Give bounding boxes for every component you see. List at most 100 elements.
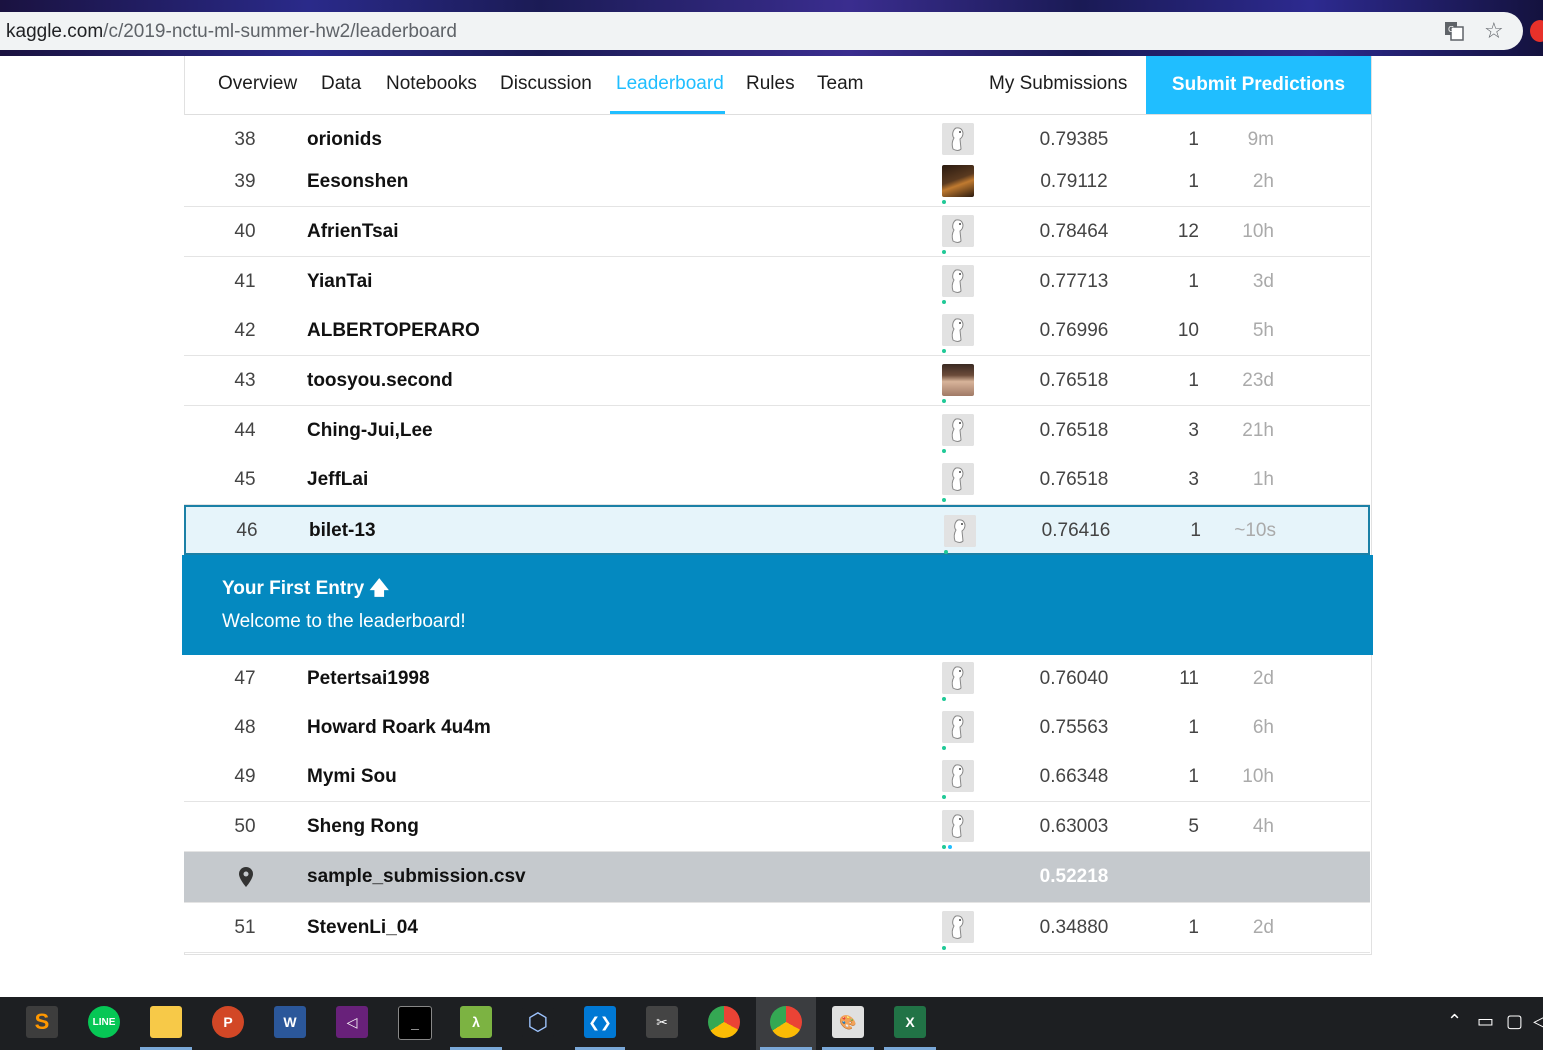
team-name[interactable]: ALBERTOPERARO (307, 320, 480, 342)
tray-chevron-icon[interactable]: ⌃ (1447, 1011, 1462, 1032)
excel-icon[interactable]: X (894, 1006, 926, 1038)
vscode-icon[interactable]: ❮❯ (584, 1006, 616, 1038)
address-bar[interactable]: kaggle.com/c/2019-nctu-ml-summer-hw2/lea… (0, 12, 1523, 50)
team-name[interactable]: Howard Roark 4u4m (307, 717, 491, 739)
member-indicator (942, 300, 946, 304)
benchmark-name[interactable]: sample_submission.csv (307, 866, 526, 888)
last-submission: 6h (1252, 717, 1274, 738)
url-text[interactable]: kaggle.com/c/2019-nctu-ml-summer-hw2/lea… (6, 21, 457, 43)
avatar[interactable] (942, 314, 974, 346)
score: 0.79112 (1040, 171, 1108, 192)
virtualbox-icon[interactable]: ⬡ (522, 1006, 554, 1038)
word-icon[interactable]: W (274, 1006, 306, 1038)
avatar[interactable] (942, 463, 974, 495)
active-tab-indicator (610, 111, 725, 114)
last-submission: 10h (1242, 221, 1274, 242)
team-name[interactable]: Ching-Jui,Lee (307, 420, 433, 442)
member-indicator (942, 946, 946, 950)
avatar[interactable] (942, 265, 974, 297)
avatar[interactable] (942, 123, 974, 155)
rank: 48 (234, 717, 256, 738)
avatar[interactable] (942, 662, 974, 694)
member-indicator (942, 697, 946, 701)
avatar[interactable] (942, 414, 974, 446)
tab-notebooks[interactable]: Notebooks (386, 73, 477, 95)
team-name[interactable]: Sheng Rong (307, 816, 419, 838)
leaderboard-row[interactable]: 49 Mymi Sou 0.66348 1 10h (184, 752, 1370, 802)
entries-count: 1 (1188, 129, 1199, 150)
avatar[interactable] (942, 911, 974, 943)
leaderboard-row[interactable]: 44 Ching-Jui,Lee 0.76518 3 21h (184, 406, 1370, 456)
translate-icon[interactable]: G (1444, 21, 1464, 41)
line-icon[interactable]: LINE (88, 1006, 120, 1038)
benchmark-row[interactable]: sample_submission.csv 0.52218 (184, 852, 1370, 903)
member-indicator (942, 795, 946, 799)
score: 0.66348 (1039, 766, 1109, 787)
team-name[interactable]: AfrienTsai (307, 221, 399, 243)
member-indicator (942, 200, 946, 204)
rank: 47 (234, 668, 256, 689)
tab-leaderboard[interactable]: Leaderboard (616, 73, 724, 95)
profile-icon[interactable] (1530, 20, 1543, 42)
tab-discussion[interactable]: Discussion (500, 73, 592, 95)
tab-rules[interactable]: Rules (746, 73, 795, 95)
team-name[interactable]: bilet-13 (309, 520, 376, 542)
green-app-icon[interactable]: λ (460, 1006, 492, 1038)
bookmark-star-icon[interactable]: ☆ (1484, 18, 1504, 44)
paint-icon[interactable]: 🎨 (832, 1006, 864, 1038)
avatar[interactable] (942, 215, 974, 247)
sublime-text-icon[interactable]: S (26, 1006, 58, 1038)
leaderboard-row[interactable]: 50 Sheng Rong 0.63003 5 4h (184, 802, 1370, 852)
team-name[interactable]: Petertsai1998 (307, 668, 430, 690)
leaderboard-row[interactable]: 41 YianTai 0.77713 1 3d (184, 257, 1370, 307)
map-pin-icon (239, 867, 253, 887)
visual-studio-icon[interactable]: ◁ (336, 1006, 368, 1038)
avatar[interactable] (942, 165, 974, 197)
my-submissions-button[interactable]: My Submissions (989, 73, 1127, 95)
team-name[interactable]: Mymi Sou (307, 766, 397, 788)
my-leaderboard-row[interactable]: 46 bilet-13 0.76416 1 ~10s (184, 505, 1370, 555)
leaderboard-row[interactable]: 42 ALBERTOPERARO 0.76996 10 5h (184, 306, 1370, 356)
rank: 50 (234, 816, 256, 837)
team-name[interactable]: toosyou.second (307, 370, 453, 392)
score: 0.76518 (1039, 370, 1109, 391)
avatar[interactable] (942, 364, 974, 396)
rank: 46 (236, 520, 258, 541)
terminal-icon[interactable]: _ (398, 1006, 432, 1040)
last-submission: 2d (1252, 917, 1274, 938)
rank: 49 (234, 766, 256, 787)
avatar[interactable] (942, 711, 974, 743)
entries-count: 1 (1188, 717, 1199, 738)
avatar[interactable] (942, 810, 974, 842)
member-indicator (942, 349, 946, 353)
team-name[interactable]: JeffLai (307, 469, 368, 491)
leaderboard-row[interactable]: 43 toosyou.second 0.76518 1 23d (184, 356, 1370, 406)
tab-data[interactable]: Data (321, 73, 361, 95)
last-submission: 4h (1252, 816, 1274, 837)
file-explorer-icon[interactable] (150, 1006, 182, 1038)
tab-overview[interactable]: Overview (218, 73, 297, 95)
network-icon[interactable]: ▢ (1506, 1011, 1523, 1032)
leaderboard-row[interactable]: 45 JeffLai 0.76518 3 1h (184, 455, 1370, 505)
score: 0.76040 (1039, 668, 1109, 689)
chrome-icon[interactable] (708, 1006, 740, 1038)
battery-icon[interactable]: ▭ (1477, 1011, 1494, 1032)
submit-predictions-button[interactable]: Submit Predictions (1146, 56, 1371, 114)
leaderboard-row[interactable]: 40 AfrienTsai 0.78464 12 10h (184, 207, 1370, 257)
powerpoint-icon[interactable]: P (212, 1006, 244, 1038)
rank: 42 (234, 320, 256, 341)
team-name[interactable]: YianTai (307, 271, 372, 293)
leaderboard-row[interactable]: 39 Eesonshen 0.79112 1 2h (184, 157, 1370, 207)
volume-icon[interactable]: ◁ (1533, 1011, 1543, 1032)
leaderboard-row[interactable]: 51 StevenLi_04 0.34880 1 2d (184, 903, 1370, 953)
team-name[interactable]: StevenLi_04 (307, 917, 418, 939)
avatar[interactable] (944, 515, 976, 547)
tab-team[interactable]: Team (817, 73, 863, 95)
avatar[interactable] (942, 760, 974, 792)
leaderboard-row[interactable]: 48 Howard Roark 4u4m 0.75563 1 6h (184, 703, 1370, 753)
team-name[interactable]: orionids (307, 129, 382, 151)
leaderboard-row[interactable]: 47 Petertsai1998 0.76040 11 2d (184, 654, 1370, 704)
snipping-tool-icon[interactable]: ✂ (646, 1006, 678, 1038)
chrome-active-icon[interactable] (770, 1006, 802, 1038)
team-name[interactable]: Eesonshen (307, 171, 408, 193)
